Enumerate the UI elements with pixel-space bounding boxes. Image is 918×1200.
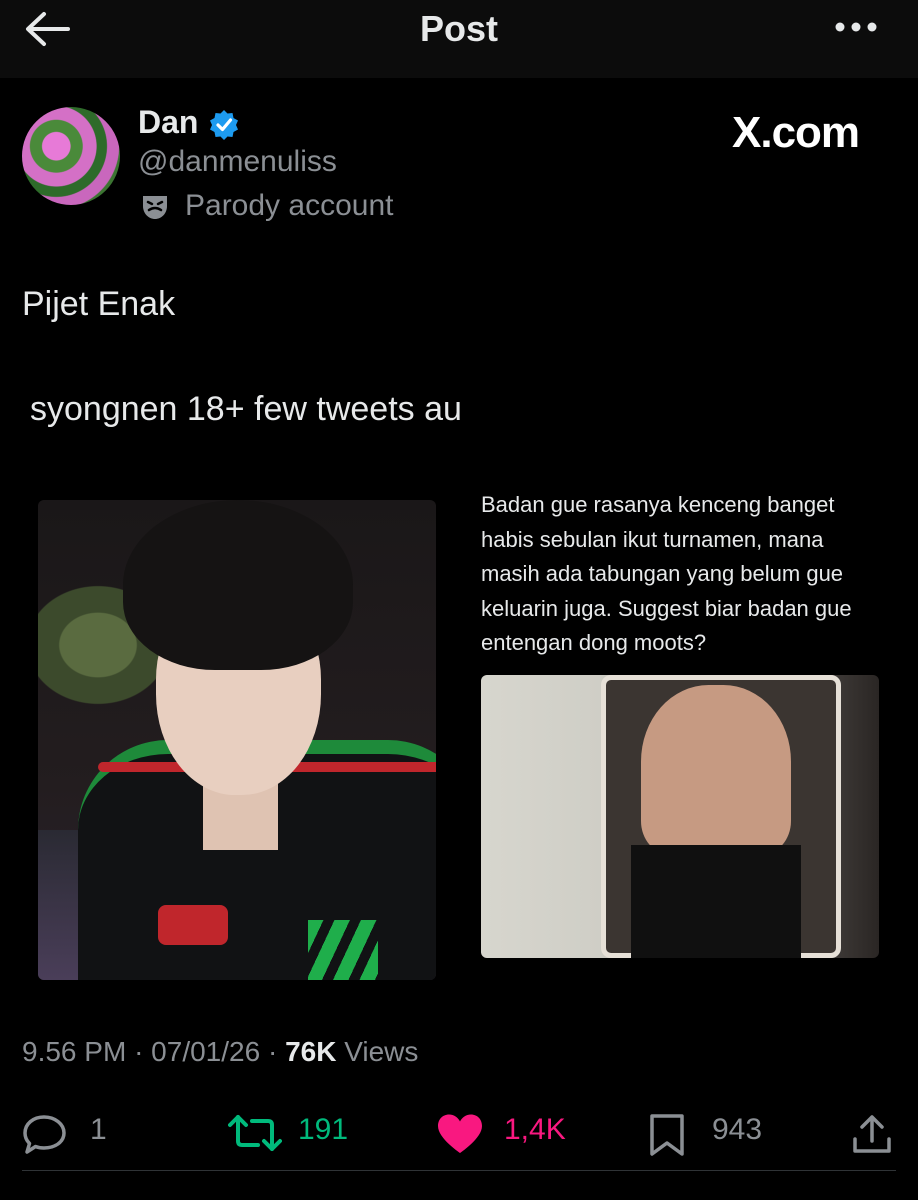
reply-count: 1 [90,1113,107,1146]
divider [22,1170,896,1171]
x-watermark: X.com [732,108,860,157]
more-icon [835,22,877,32]
theater-mask-icon [143,196,167,219]
share-button[interactable] [850,1105,896,1161]
like-button[interactable]: 1,4K [436,1105,576,1161]
post-text-line-1: Pijet Enak [22,285,176,323]
action-bar: 1 191 1,4K 943 [0,1105,918,1165]
repost-icon [228,1115,282,1151]
page-title: Post [419,8,498,49]
post-time: 9.56 PM [22,1036,127,1067]
post-date: 07/01/26 [151,1036,261,1067]
author-avatar[interactable] [22,107,120,205]
like-count: 1,4K [504,1113,566,1146]
reply-icon [23,1115,66,1154]
bookmark-count: 943 [712,1113,763,1146]
repost-button[interactable]: 191 [228,1105,358,1161]
post-image-mirror[interactable] [481,675,879,958]
top-bar: Post [0,0,918,78]
post-text-line-2: syongnen 18+ few tweets au [30,390,462,428]
bookmark-icon [650,1114,684,1156]
author-handle[interactable]: @danmenuliss [138,145,337,179]
verified-badge-icon [210,110,238,140]
image-caption-text: Badan gue rasanya kenceng banget habis s… [481,492,852,655]
post-metadata: 9.56 PM · 07/01/26 · 76K Views [22,1036,419,1067]
repost-count: 191 [298,1113,349,1146]
reply-button[interactable]: 1 [22,1105,112,1161]
more-options-button[interactable] [832,12,882,42]
author-name[interactable]: Dan [138,104,198,141]
views-label: Views [344,1036,419,1067]
post-image-selfie[interactable] [38,500,436,980]
parody-account-label: Parody account [185,189,394,222]
views-count: 76K [285,1036,337,1067]
heart-icon [438,1114,482,1153]
bookmark-button[interactable]: 943 [648,1105,778,1161]
share-icon [853,1115,891,1153]
